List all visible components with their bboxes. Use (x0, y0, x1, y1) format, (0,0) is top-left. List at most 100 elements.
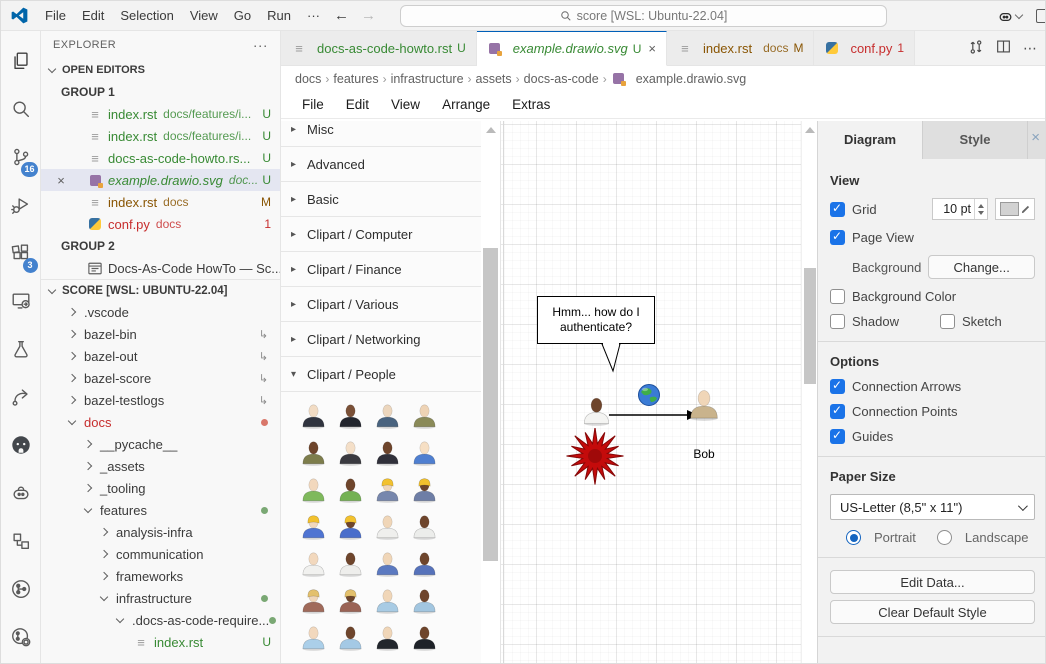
menu-more-button[interactable]: ··· (299, 8, 328, 23)
activity-github-icon[interactable] (1, 421, 41, 469)
person-shape-swatch-18[interactable] (332, 548, 369, 579)
drawio-canvas[interactable]: Hmm... how do I authenticate? Bob (501, 121, 801, 664)
shape-section-misc[interactable]: ▸Misc (281, 121, 482, 147)
menu-go[interactable]: Go (226, 8, 259, 23)
person-shape-swatch-4[interactable] (406, 400, 443, 431)
drawio-menu-file[interactable]: File (291, 97, 335, 112)
shape-section-clipart-computer[interactable]: ▸Clipart / Computer (281, 217, 482, 252)
open-editor-item[interactable]: Docs-As-Code HowTo — Sc... (41, 257, 280, 279)
explorer-more-icon[interactable]: ··· (253, 37, 268, 53)
open-editors-header[interactable]: OPEN EDITORS (41, 59, 280, 81)
shape-section-clipart-finance[interactable]: ▸Clipart / Finance (281, 252, 482, 287)
drawio-menu-arrange[interactable]: Arrange (431, 97, 501, 112)
clear-default-style-button[interactable]: Clear Default Style (830, 600, 1035, 624)
tab-diagram[interactable]: Diagram (818, 121, 923, 159)
person-shape-swatch-17[interactable] (295, 548, 332, 579)
shape-section-advanced[interactable]: ▸Advanced (281, 147, 482, 182)
canvas-scrollbar-thumb[interactable] (804, 268, 816, 384)
open-editor-item[interactable]: ≡index.rstdocsM (41, 191, 280, 213)
person-shape-swatch-28[interactable] (406, 622, 443, 653)
person-shape-swatch-23[interactable] (369, 585, 406, 616)
activity-run-debug-icon[interactable] (1, 181, 41, 229)
shape-section-basic[interactable]: ▸Basic (281, 182, 482, 217)
command-center-search[interactable]: score [WSL: Ubuntu-22.04] (400, 5, 887, 27)
person-shape-swatch-27[interactable] (369, 622, 406, 653)
menu-edit[interactable]: Edit (74, 8, 112, 23)
portrait-radio[interactable] (846, 530, 861, 545)
menu-selection[interactable]: Selection (112, 8, 181, 23)
activity-files-icon[interactable] (1, 37, 41, 85)
globe-shape[interactable] (637, 383, 661, 410)
tree-item-bazel-bin[interactable]: bazel-bin↳ (41, 323, 280, 345)
activity-search-icon[interactable] (1, 85, 41, 133)
close-icon[interactable]: × (648, 41, 656, 56)
breadcrumb-item[interactable]: infrastructure (391, 72, 464, 86)
starburst-shape[interactable] (565, 428, 625, 486)
breadcrumb-item[interactable]: assets (476, 72, 512, 86)
connection-arrows-checkbox[interactable] (830, 379, 845, 394)
person-shape-swatch-26[interactable] (332, 622, 369, 653)
speech-bubble-shape[interactable]: Hmm... how do I authenticate? (537, 296, 655, 344)
tab-confpy[interactable]: conf.py1 (814, 31, 915, 65)
menu-file[interactable]: File (37, 8, 74, 23)
open-editor-item[interactable]: ≡index.rstdocs/features/i...U (41, 125, 280, 147)
scroll-up-icon[interactable] (486, 127, 496, 133)
shadow-checkbox[interactable] (830, 314, 845, 329)
tree-item-communication[interactable]: communication (41, 543, 280, 565)
scroll-up-icon[interactable] (805, 127, 815, 133)
bob-label[interactable]: Bob (684, 447, 724, 461)
open-changes-button[interactable] (968, 39, 984, 58)
person-shape-swatch-19[interactable] (369, 548, 406, 579)
person-shape-swatch-1[interactable] (295, 400, 332, 431)
person-shape-swatch-21[interactable] (295, 585, 332, 616)
tab-docs-as-code-howtorst[interactable]: ≡docs-as-code-howto.rstU (281, 31, 477, 65)
breadcrumb-item[interactable]: docs-as-code (524, 72, 599, 86)
drawio-menu-edit[interactable]: Edit (335, 97, 380, 112)
activity-source-control-icon[interactable]: 16 (1, 133, 41, 181)
activity-extensions-icon[interactable]: 3 (1, 229, 41, 277)
paper-size-select[interactable]: US-Letter (8,5" x 11") (830, 494, 1035, 520)
tab-exampledrawiosvg[interactable]: example.drawio.svgU× (477, 31, 667, 66)
shapes-scrollbar-thumb[interactable] (483, 248, 498, 561)
guides-checkbox[interactable] (830, 429, 845, 444)
tree-item-assets[interactable]: _assets (41, 455, 280, 477)
tree-item-tooling[interactable]: _tooling (41, 477, 280, 499)
close-icon[interactable]: × (1031, 129, 1040, 146)
open-editor-item[interactable]: ≡index.rstdocs/features/i...U (41, 103, 280, 125)
person-shape-swatch-6[interactable] (332, 437, 369, 468)
person-shape-swatch-20[interactable] (406, 548, 443, 579)
grid-color-button[interactable] (995, 198, 1035, 220)
open-editor-item[interactable]: ×example.drawio.svgdoc...U (41, 169, 280, 191)
drawio-menu-view[interactable]: View (380, 97, 431, 112)
open-editor-item[interactable]: conf.pydocs1 (41, 213, 280, 235)
person-shape-left[interactable] (581, 395, 612, 429)
connection-points-checkbox[interactable] (830, 404, 845, 419)
tree-item-pycache[interactable]: __pycache__ (41, 433, 280, 455)
more-actions-icon[interactable]: ⋯ (1023, 40, 1037, 57)
drawio-menu-extras[interactable]: Extras (501, 97, 561, 112)
tree-item-bazel-out[interactable]: bazel-out↳ (41, 345, 280, 367)
tree-item-bazel-score[interactable]: bazel-score↳ (41, 367, 280, 389)
grid-size-stepper[interactable] (974, 199, 987, 219)
tree-item-docs[interactable]: docs (41, 411, 280, 433)
activity-git-graph-icon[interactable] (1, 565, 41, 613)
activity-hierarchy-icon[interactable] (1, 517, 41, 565)
split-editor-button[interactable] (996, 39, 1011, 57)
close-icon[interactable]: × (53, 173, 69, 188)
page-view-checkbox[interactable] (830, 230, 845, 245)
tree-item-features[interactable]: features (41, 499, 280, 521)
landscape-radio[interactable] (937, 530, 952, 545)
activity-copilot-icon[interactable] (1, 469, 41, 517)
workspace-section-header[interactable]: SCORE [WSL: UBUNTU-22.04] (41, 279, 280, 301)
person-shape-swatch-25[interactable] (295, 622, 332, 653)
shapes-scrollbar[interactable] (481, 121, 500, 664)
background-change-button[interactable]: Change... (928, 255, 1035, 279)
person-shape-swatch-14[interactable] (332, 511, 369, 542)
activity-live-share-icon[interactable] (1, 373, 41, 421)
breadcrumb-item[interactable]: features (333, 72, 378, 86)
person-shape-swatch-12[interactable] (406, 474, 443, 505)
tab-indexrst[interactable]: ≡index.rstdocsM (667, 31, 815, 65)
background-color-checkbox[interactable] (830, 289, 845, 304)
activity-git-history-icon[interactable] (1, 613, 41, 661)
person-shape-swatch-11[interactable] (369, 474, 406, 505)
